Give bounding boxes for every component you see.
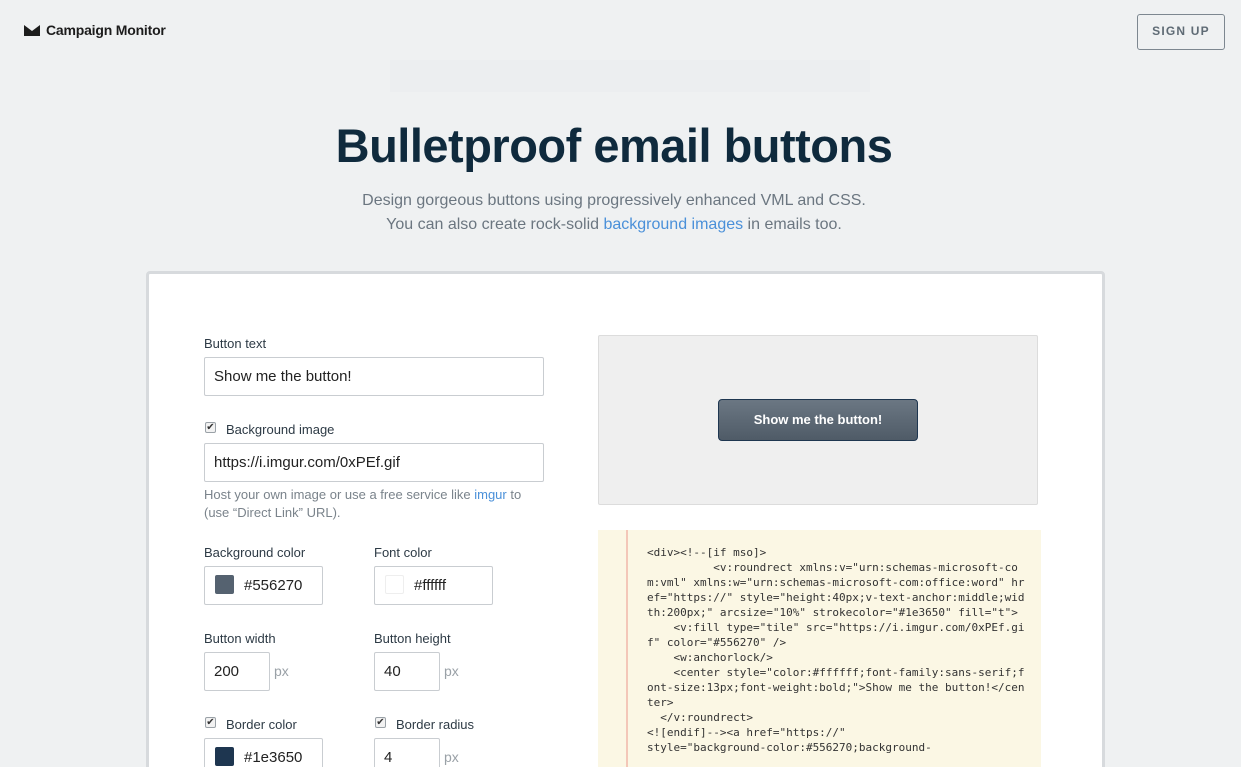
sign-up-button[interactable]: SIGN UP — [1137, 14, 1225, 50]
subtitle-text: You can also create rock-solid — [386, 216, 604, 233]
border-radius-checkbox[interactable]: ✔ — [375, 717, 386, 728]
radius-unit: px — [444, 749, 459, 765]
border-radius-input[interactable]: 4 — [374, 738, 440, 767]
font-color-label: Font color — [374, 545, 432, 560]
border-color-label: Border color — [226, 717, 297, 732]
logo-text: Campaign Monitor — [46, 22, 166, 38]
button-height-input[interactable]: 40 — [374, 652, 440, 691]
page-title: Bulletproof email buttons — [335, 119, 893, 172]
border-radius-label: Border radius — [396, 717, 475, 732]
button-text-label: Button text — [204, 336, 267, 351]
help-text: Host your own image or use a free servic… — [204, 487, 475, 502]
width-unit: px — [274, 663, 289, 679]
button-text-input[interactable]: Show me the button! — [204, 357, 544, 396]
height-unit: px — [444, 663, 459, 679]
logo-mark-icon — [24, 24, 40, 36]
imgur-link[interactable]: imgur — [474, 487, 507, 502]
button-width-label: Button width — [204, 631, 276, 646]
font-color-swatch[interactable] — [385, 575, 404, 594]
button-height-label: Button height — [374, 631, 451, 646]
button-preview: Show me the button! — [598, 335, 1038, 505]
subtitle-line-2: You can also create rock-solid backgroun… — [0, 213, 1228, 237]
background-image-help: Host your own image or use a free servic… — [204, 486, 544, 522]
subtitle-text-end: in emails too. — [743, 216, 842, 233]
button-width-input[interactable]: 200 — [204, 652, 270, 691]
subtitle-line-1: Design gorgeous buttons using progressiv… — [362, 192, 866, 209]
page-subtitle: Design gorgeous buttons using progressiv… — [0, 189, 1228, 237]
code-text[interactable]: <div><!--[if mso]> <v:roundrect xmlns:v=… — [647, 545, 1027, 755]
background-color-swatch[interactable] — [215, 575, 234, 594]
background-image-checkbox[interactable]: ✔ — [205, 422, 216, 433]
background-color-label: Background color — [204, 545, 306, 560]
help-text-to: to — [506, 487, 522, 502]
border-color-swatch[interactable] — [215, 747, 234, 766]
decorative-strip — [390, 60, 870, 92]
background-image-label: Background image — [226, 422, 335, 437]
code-margin-rule — [626, 530, 628, 767]
background-image-input[interactable]: https://i.imgur.com/0xPEf.gif — [204, 443, 544, 482]
logo[interactable]: Campaign Monitor — [24, 22, 166, 38]
code-output[interactable]: <div><!--[if mso]> <v:roundrect xmlns:v=… — [598, 530, 1041, 767]
preview-button[interactable]: Show me the button! — [718, 399, 918, 441]
help-text-line-2: (use “Direct Link” URL). — [204, 505, 341, 520]
background-images-link[interactable]: background images — [603, 216, 743, 233]
border-color-checkbox[interactable]: ✔ — [205, 717, 216, 728]
